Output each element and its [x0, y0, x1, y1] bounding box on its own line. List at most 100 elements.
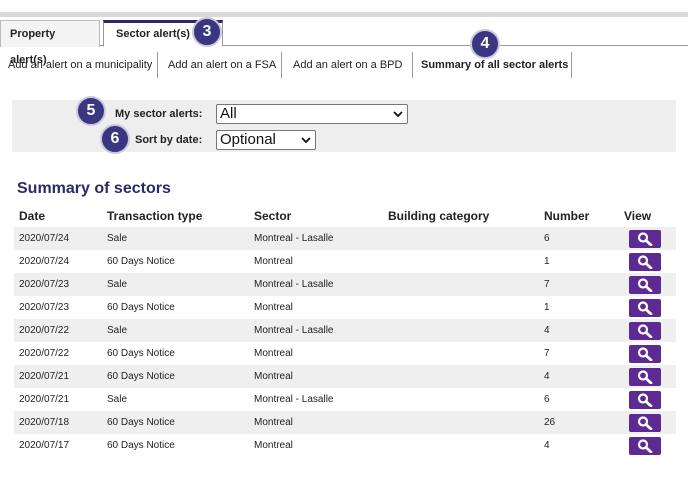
cell-building-category — [383, 319, 539, 342]
view-button[interactable] — [629, 413, 661, 432]
cell-building-category — [383, 273, 539, 296]
col-header-sector: Sector — [254, 209, 292, 223]
chevron-down-icon — [301, 137, 311, 144]
view-button[interactable] — [629, 367, 661, 386]
cell-building-category — [383, 388, 539, 411]
subtab-bpd[interactable]: Add an alert on a BPD — [285, 52, 409, 78]
callout-badge-6: 6 — [100, 124, 130, 154]
cell-date: 2020/07/24 — [19, 256, 70, 267]
cell-date: 2020/07/23 — [19, 302, 70, 313]
cell-sector: Montreal — [249, 365, 383, 388]
search-icon — [637, 231, 653, 246]
col-header-transaction-type: Transaction type — [107, 209, 203, 223]
table-row: 2020/07/18 60 Days Notice Montreal 26 — [14, 411, 676, 434]
cell-view — [619, 296, 676, 319]
col-header-building-category: Building category — [388, 209, 490, 223]
cell-view — [619, 388, 676, 411]
chevron-down-icon — [393, 111, 403, 118]
cell-view — [619, 434, 676, 457]
cell-number: 4 — [539, 319, 619, 342]
cell-view — [619, 342, 676, 365]
cell-transaction-type: 60 Days Notice — [107, 256, 175, 267]
cell-date: 2020/07/24 — [14, 227, 102, 250]
cell-date: 2020/07/21 — [19, 394, 70, 405]
search-icon — [637, 392, 653, 407]
cell-transaction-type: Sale — [102, 319, 249, 342]
cell-number: 6 — [539, 227, 619, 250]
cell-view — [619, 365, 676, 388]
cell-sector: Montreal - Lasalle — [249, 319, 383, 342]
table-body: 2020/07/24 Sale Montreal - Lasalle 6 2020/07… — [14, 227, 676, 457]
cell-view — [619, 227, 676, 250]
cell-date: 2020/07/23 — [14, 273, 102, 296]
cell-view — [619, 411, 676, 434]
cell-transaction-type: Sale — [102, 273, 249, 296]
view-button[interactable] — [629, 275, 661, 294]
cell-sector: Montreal — [254, 302, 293, 313]
tab-property-alerts[interactable]: Property alert(s) — [0, 20, 100, 66]
table-row: 2020/07/21 Sale Montreal - Lasalle 6 — [14, 388, 676, 411]
sort-by-date-value: Optional — [220, 131, 276, 148]
sort-by-date-label: Sort by date: — [135, 134, 203, 146]
callout-badge-3: 3 — [192, 17, 222, 47]
view-button[interactable] — [629, 344, 661, 363]
cell-sector: Montreal — [254, 256, 293, 267]
cell-building-category — [383, 434, 539, 457]
search-icon — [637, 300, 653, 315]
subtab-fsa[interactable]: Add an alert on a FSA — [160, 52, 282, 78]
view-button[interactable] — [629, 229, 661, 248]
cell-building-category — [383, 227, 539, 250]
col-header-date: Date — [19, 209, 46, 223]
table-row: 2020/07/22 Sale Montreal - Lasalle 4 — [14, 319, 676, 342]
search-icon — [637, 438, 653, 453]
cell-building-category — [383, 365, 539, 388]
view-button[interactable] — [629, 390, 661, 409]
cell-number: 4 — [544, 440, 550, 451]
my-sector-alerts-value: All — [220, 105, 237, 122]
cell-building-category — [383, 411, 539, 434]
search-icon — [637, 323, 653, 338]
cell-date: 2020/07/17 — [19, 440, 70, 451]
callout-badge-5: 5 — [76, 96, 106, 126]
cell-date: 2020/07/18 — [14, 411, 102, 434]
cell-sector: Montreal - Lasalle — [254, 394, 334, 405]
cell-sector: Montreal — [249, 411, 383, 434]
search-icon — [637, 277, 653, 292]
cell-building-category — [383, 342, 539, 365]
cell-transaction-type: 60 Days Notice — [107, 440, 175, 451]
sort-by-date-select[interactable]: Optional — [216, 130, 316, 150]
cell-number: 1 — [544, 256, 550, 267]
cell-sector: Montreal - Lasalle — [249, 273, 383, 296]
search-icon — [637, 369, 653, 384]
view-button[interactable] — [629, 298, 661, 317]
cell-number: 7 — [544, 348, 550, 359]
cell-sector: Montreal - Lasalle — [249, 227, 383, 250]
col-header-number: Number — [544, 209, 590, 223]
summary-title: Summary of sectors — [17, 180, 171, 197]
cell-sector: Montreal — [254, 348, 293, 359]
table-row: 2020/07/24 60 Days Notice Montreal 1 — [14, 250, 676, 273]
cell-date: 2020/07/22 — [14, 319, 102, 342]
view-button[interactable] — [629, 436, 661, 455]
top-divider — [0, 12, 688, 17]
view-button[interactable] — [629, 321, 661, 340]
table-row: 2020/07/17 60 Days Notice Montreal 4 — [14, 434, 676, 457]
summary-table: Date Transaction type Sector Building ca… — [14, 205, 676, 457]
cell-building-category — [383, 250, 539, 273]
table-row: 2020/07/23 60 Days Notice Montreal 1 — [14, 296, 676, 319]
cell-sector: Montreal — [254, 440, 293, 451]
cell-transaction-type: 60 Days Notice — [102, 365, 249, 388]
cell-view — [619, 273, 676, 296]
callout-badge-4: 4 — [470, 29, 500, 59]
cell-transaction-type: Sale — [107, 394, 128, 405]
cell-number: 6 — [544, 394, 550, 405]
view-button[interactable] — [629, 252, 661, 271]
my-sector-alerts-select[interactable]: All — [216, 104, 408, 124]
cell-transaction-type: 60 Days Notice — [102, 411, 249, 434]
cell-number: 4 — [539, 365, 619, 388]
cell-number: 1 — [544, 302, 550, 313]
my-sector-alerts-label: My sector alerts: — [115, 108, 203, 120]
cell-date: 2020/07/21 — [14, 365, 102, 388]
subtab-municipality[interactable]: Add an alert on a municipality — [0, 52, 158, 78]
cell-date: 2020/07/22 — [19, 348, 70, 359]
